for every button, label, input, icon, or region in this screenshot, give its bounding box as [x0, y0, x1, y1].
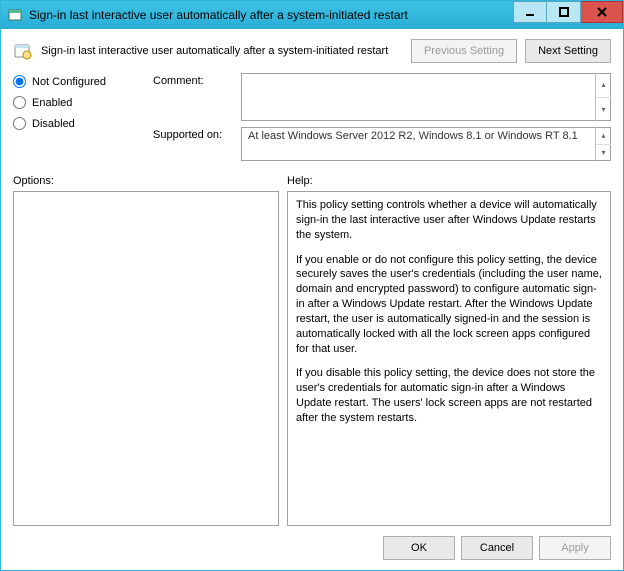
window-buttons	[513, 1, 623, 29]
scroll-up-icon[interactable]: ▴	[596, 127, 611, 144]
help-label: Help:	[287, 175, 313, 187]
supported-on-value: At least Windows Server 2012 R2, Windows…	[241, 127, 611, 161]
options-label: Options:	[13, 175, 279, 187]
window-icon	[7, 7, 23, 23]
scroll-down-icon[interactable]: ▾	[596, 144, 611, 162]
radio-enabled[interactable]: Enabled	[13, 96, 141, 109]
cancel-button[interactable]: Cancel	[461, 536, 533, 560]
close-button[interactable]	[581, 1, 623, 23]
options-pane[interactable]	[13, 191, 279, 526]
comment-label: Comment:	[153, 73, 233, 121]
radio-disabled-label: Disabled	[32, 118, 75, 130]
previous-setting-button[interactable]: Previous Setting	[411, 39, 517, 63]
maximize-button[interactable]	[547, 1, 581, 23]
supported-label: Supported on:	[153, 127, 233, 161]
help-pane[interactable]: This policy setting controls whether a d…	[287, 191, 611, 526]
panes: This policy setting controls whether a d…	[13, 191, 611, 526]
fields-column: Comment: ▴ ▾ Supported on: At least Wind…	[153, 73, 611, 161]
panes-header: Options: Help:	[13, 175, 611, 187]
minimize-button[interactable]	[513, 1, 547, 23]
scroll-up-icon[interactable]: ▴	[596, 73, 611, 97]
titlebar[interactable]: Sign-in last interactive user automatica…	[1, 1, 623, 29]
radio-enabled-input[interactable]	[13, 96, 26, 109]
dialog-footer: OK Cancel Apply	[13, 526, 611, 560]
policy-editor-window: Sign-in last interactive user automatica…	[0, 0, 624, 571]
radio-not-configured[interactable]: Not Configured	[13, 75, 141, 88]
radio-not-configured-label: Not Configured	[32, 76, 106, 88]
comment-textarea[interactable]	[241, 73, 611, 121]
policy-icon	[13, 41, 33, 61]
help-paragraph: If you disable this policy setting, the …	[296, 366, 602, 425]
state-radios: Not Configured Enabled Disabled	[13, 73, 141, 161]
radio-not-configured-input[interactable]	[13, 75, 26, 88]
radio-enabled-label: Enabled	[32, 97, 72, 109]
top-bar: Sign-in last interactive user automatica…	[13, 39, 611, 63]
config-row: Not Configured Enabled Disabled Comment:	[13, 73, 611, 161]
comment-scroll[interactable]: ▴ ▾	[595, 73, 611, 121]
client-area: Sign-in last interactive user automatica…	[1, 29, 623, 570]
comment-row: Comment: ▴ ▾	[153, 73, 611, 121]
window-title: Sign-in last interactive user automatica…	[29, 8, 513, 22]
scroll-down-icon[interactable]: ▾	[596, 97, 611, 122]
supported-row: Supported on: At least Windows Server 20…	[153, 127, 611, 161]
next-setting-button[interactable]: Next Setting	[525, 39, 611, 63]
radio-disabled[interactable]: Disabled	[13, 117, 141, 130]
policy-title: Sign-in last interactive user automatica…	[41, 45, 403, 57]
help-paragraph: If you enable or do not configure this p…	[296, 253, 602, 357]
radio-disabled-input[interactable]	[13, 117, 26, 130]
supported-scroll[interactable]: ▴ ▾	[595, 127, 611, 161]
help-paragraph: This policy setting controls whether a d…	[296, 198, 602, 243]
ok-button[interactable]: OK	[383, 536, 455, 560]
apply-button[interactable]: Apply	[539, 536, 611, 560]
supported-on-text: At least Windows Server 2012 R2, Windows…	[248, 130, 578, 142]
